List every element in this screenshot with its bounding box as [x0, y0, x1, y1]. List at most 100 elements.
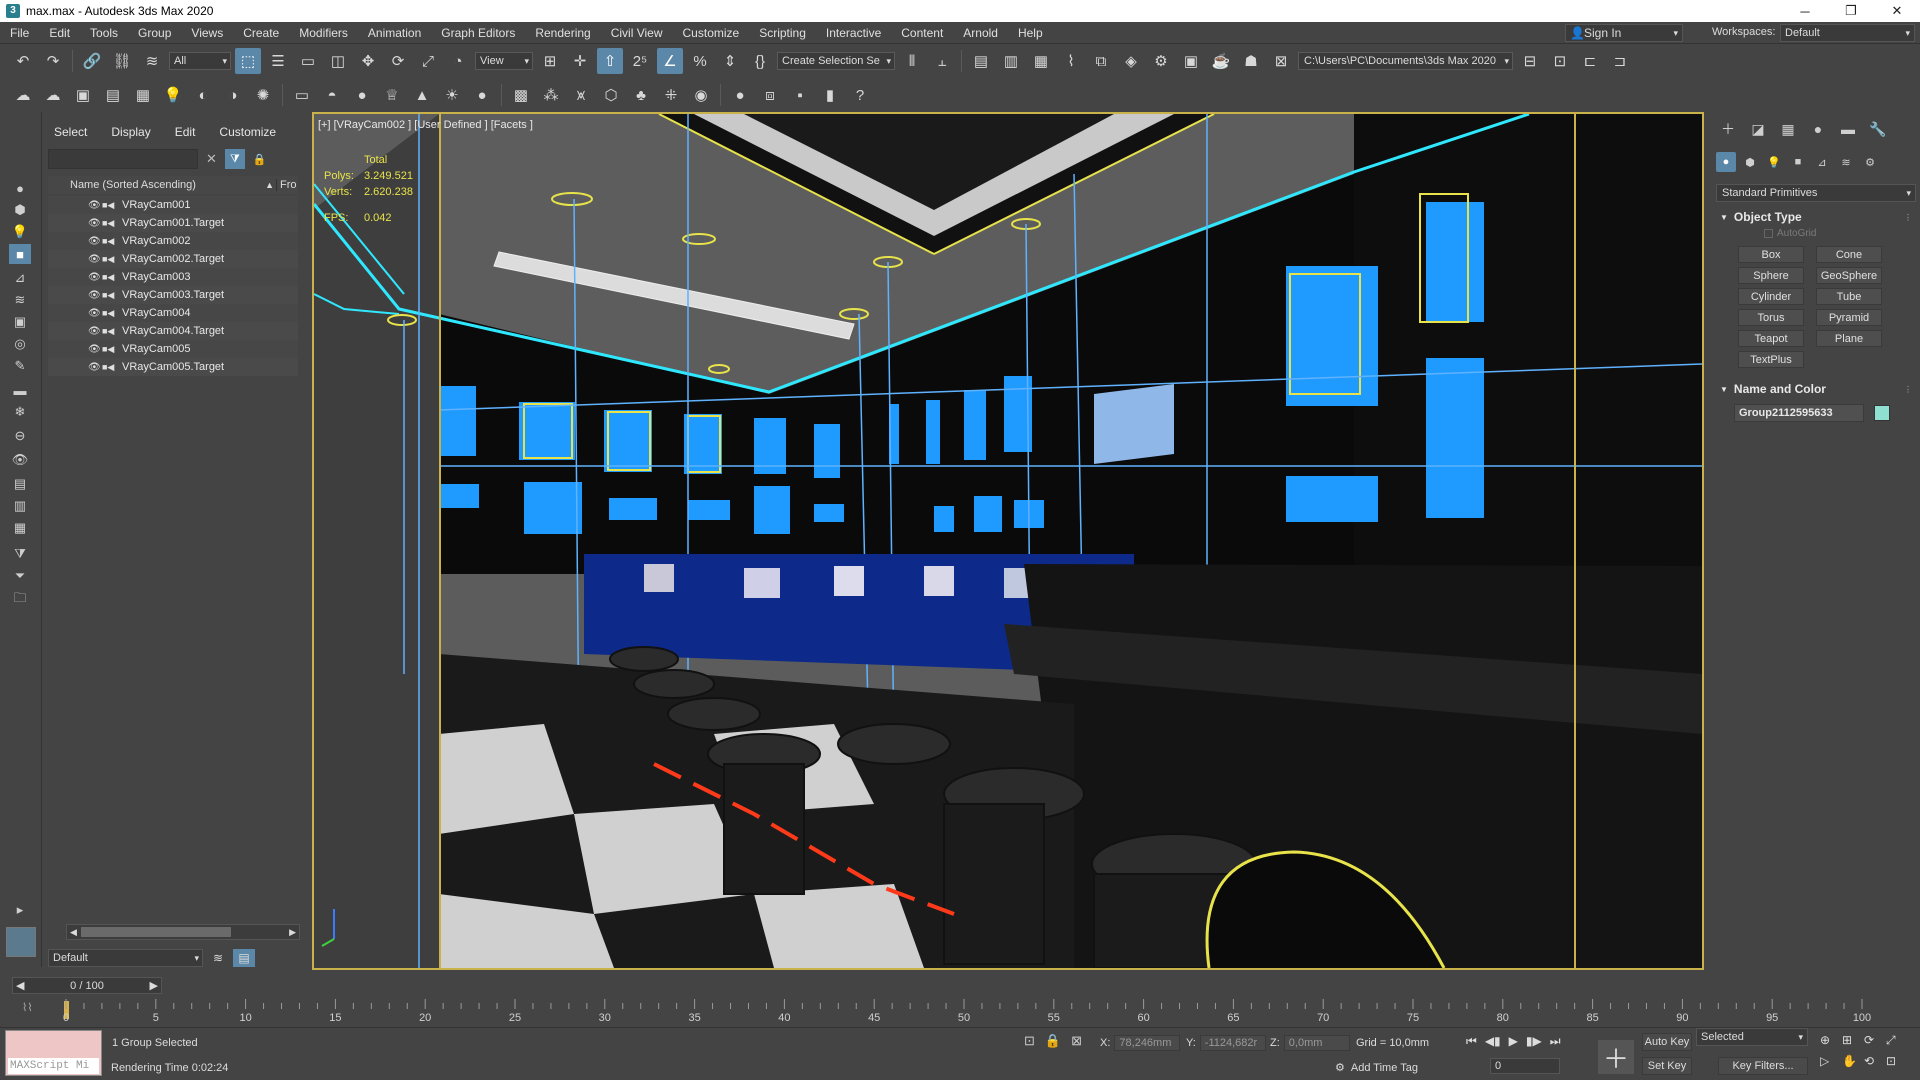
field-of-view-icon[interactable]: ▷ [1820, 1054, 1842, 1068]
set-key-plus-icon[interactable]: ＋ [1598, 1040, 1634, 1074]
curve-editor-icon[interactable]: ⌇ [1058, 48, 1084, 74]
bones-filter-icon[interactable]: ✎ [9, 356, 31, 376]
visibility-eye-icon[interactable]: 👁 [88, 236, 102, 247]
vray-spot-icon[interactable]: ▲ [409, 82, 435, 108]
menu-interactive[interactable]: Interactive [816, 26, 891, 40]
teapot-button[interactable]: Teapot [1738, 330, 1804, 347]
menu-create[interactable]: Create [233, 26, 289, 40]
plane-button[interactable]: Plane [1816, 330, 1882, 347]
z-coordinate-field[interactable]: 0,0mm [1283, 1035, 1350, 1051]
unlink-icon[interactable]: ⛓ [109, 48, 135, 74]
workspace-select[interactable]: Default ▾ [1780, 24, 1915, 42]
explorer-menu-select[interactable]: Select [42, 122, 99, 142]
maximize-viewport-icon[interactable]: ⤢ [1886, 1033, 1908, 1048]
project-folder-dropdown[interactable]: C:\Users\PC\Documents\3ds Max 2020 [1298, 52, 1513, 70]
key-filters-button[interactable]: Key Filters... [1718, 1057, 1808, 1075]
object-color-swatch[interactable] [1874, 405, 1890, 421]
explorer-menu-edit[interactable]: Edit [163, 122, 208, 142]
list-item[interactable]: 👁 ■◀ VRayCam003.Target [48, 286, 298, 304]
frozen-column-header[interactable]: Fro [276, 179, 298, 191]
helpers-filter-icon[interactable]: ⊿ [9, 268, 31, 288]
pan-icon[interactable]: ✋ [1842, 1054, 1864, 1068]
sphere-button[interactable]: Sphere [1738, 267, 1804, 284]
toggle-layer-explorer-icon[interactable]: ▥ [998, 48, 1024, 74]
isolate-selection-icon[interactable]: ⊡ [1024, 1033, 1035, 1049]
explorer-menu-customize[interactable]: Customize [207, 122, 288, 142]
place-icon[interactable]: ◔ [445, 48, 471, 74]
viewport-label[interactable]: [+] [VRayCam002 ] [User Defined ] [Facet… [318, 119, 533, 131]
geosphere-button[interactable]: GeoSphere [1816, 267, 1882, 284]
vray-dome-light-icon[interactable]: ◓ [319, 82, 345, 108]
schematic-view-icon[interactable]: ⧉ [1088, 48, 1114, 74]
set-project-icon[interactable]: ⊟ [1517, 48, 1543, 74]
space-warps-filter-icon[interactable]: ≋ [9, 290, 31, 310]
open-project-icon[interactable]: ⊡ [1547, 48, 1573, 74]
help-icon[interactable]: ? [847, 82, 873, 108]
geometry-filter-icon[interactable]: ⬢ [9, 200, 31, 220]
redo-icon[interactable]: ↷ [40, 48, 66, 74]
box-button[interactable]: Box [1738, 246, 1804, 263]
mirror-icon[interactable]: ⫴ [899, 48, 925, 74]
time-slider[interactable]: ◀ 0 / 100 ▶ [0, 977, 1920, 995]
list-item[interactable]: 👁 ■◀ VRayCam002 [48, 232, 298, 250]
current-frame-field[interactable]: 0 [1490, 1058, 1560, 1074]
cameras-filter-icon[interactable]: ■ [9, 244, 31, 264]
tube-button[interactable]: Tube [1816, 288, 1882, 305]
active-layer-dropdown[interactable]: Default [48, 949, 203, 967]
vray-vfb-icon[interactable]: ▪ [787, 82, 813, 108]
zoom-icon[interactable]: ⊕ [1820, 1033, 1842, 1048]
time-slider-thumb[interactable]: ◀ 0 / 100 ▶ [12, 977, 162, 994]
maxscript-listener[interactable]: MAXScript Mi [5, 1030, 102, 1076]
menu-arnold[interactable]: Arnold [953, 26, 1008, 40]
vray-settings-icon[interactable]: ▤ [100, 82, 126, 108]
space-warps-category-icon[interactable]: ≋ [1836, 152, 1856, 172]
textplus-button[interactable]: TextPlus [1738, 351, 1804, 368]
selection-lock-icon[interactable]: 🔒 [1045, 1033, 1061, 1049]
teapot-icon[interactable]: ☁ [10, 82, 36, 108]
rotate-icon[interactable]: ⟳ [385, 48, 411, 74]
previous-key-icon[interactable]: ◀▮ [1485, 1034, 1501, 1049]
absolute-mode-icon[interactable]: ⊠ [1071, 1033, 1082, 1049]
scroll-left-icon[interactable]: ◀ [70, 927, 77, 938]
edit-named-selection-icon[interactable]: {} [747, 48, 773, 74]
track-bar[interactable]: ⌇⌇ 0 5 10 15 20 25 30 35 40 45 50 55 60 65 70 75 80 85 90 9… [0, 997, 1920, 1025]
create-tab-icon[interactable]: ＋ [1716, 118, 1740, 140]
light-lister-icon[interactable]: 💡 [160, 82, 186, 108]
frozen-filter-icon[interactable]: ⊖ [9, 426, 31, 446]
window-crossing-icon[interactable]: ◫ [325, 48, 351, 74]
menu-file[interactable]: File [0, 26, 39, 40]
hierarchy-tab-icon[interactable]: ▦ [1776, 118, 1800, 140]
scene-explorer-toggle-icon[interactable]: ▤ [233, 949, 255, 967]
hidden-filter-icon[interactable]: 👁 [9, 450, 31, 470]
link-icon[interactable]: 🔗 [79, 48, 105, 74]
camera-viewport[interactable]: [+] [VRayCam002 ] [User Defined ] [Facet… [312, 112, 1704, 970]
visibility-eye-icon[interactable]: 👁 [88, 344, 102, 355]
min-max-toggle-icon[interactable]: ⊡ [1886, 1054, 1908, 1068]
vray-proxy-icon[interactable]: ▩ [508, 82, 534, 108]
pyramid-button[interactable]: Pyramid [1816, 309, 1882, 326]
pivot-center-icon[interactable]: ⊞ [537, 48, 563, 74]
toggle-ribbon-icon[interactable]: ▦ [1028, 48, 1054, 74]
vray-ies-icon[interactable]: ✺ [250, 82, 276, 108]
layer-explorer-icon[interactable]: ≋ [207, 949, 229, 967]
vray-script-icon[interactable]: ▮ [817, 82, 843, 108]
visibility-eye-icon[interactable]: 👁 [88, 326, 102, 337]
explorer-menu-display[interactable]: Display [99, 122, 162, 142]
object-name-field[interactable] [1734, 404, 1864, 422]
folder-icon[interactable]: 🗀 [9, 590, 31, 610]
primitive-type-dropdown[interactable]: Standard Primitives ▾ [1716, 184, 1916, 202]
menu-group[interactable]: Group [128, 26, 181, 40]
named-selection-set-dropdown[interactable]: Create Selection Se [777, 52, 895, 70]
list-item[interactable]: 👁 ■◀ VRayCam003 [48, 268, 298, 286]
orbit-icon[interactable]: ⟳ [1864, 1033, 1886, 1048]
vray-hdr-icon[interactable]: ⁜ [658, 82, 684, 108]
vray-volume-icon[interactable]: ◉ [688, 82, 714, 108]
close-icon[interactable]: ✕ [1874, 0, 1920, 22]
key-selection-set-dropdown[interactable]: Selected ▾ [1696, 1028, 1808, 1046]
table-icon[interactable]: ▦ [9, 518, 31, 538]
cameras-category-icon[interactable]: ■ [1788, 152, 1808, 172]
render-setup-icon[interactable]: ⚙ [1148, 48, 1174, 74]
menu-modifiers[interactable]: Modifiers [289, 26, 358, 40]
visibility-eye-icon[interactable]: 👁 [88, 308, 102, 319]
zoom-all-icon[interactable]: ⊞ [1842, 1033, 1864, 1048]
